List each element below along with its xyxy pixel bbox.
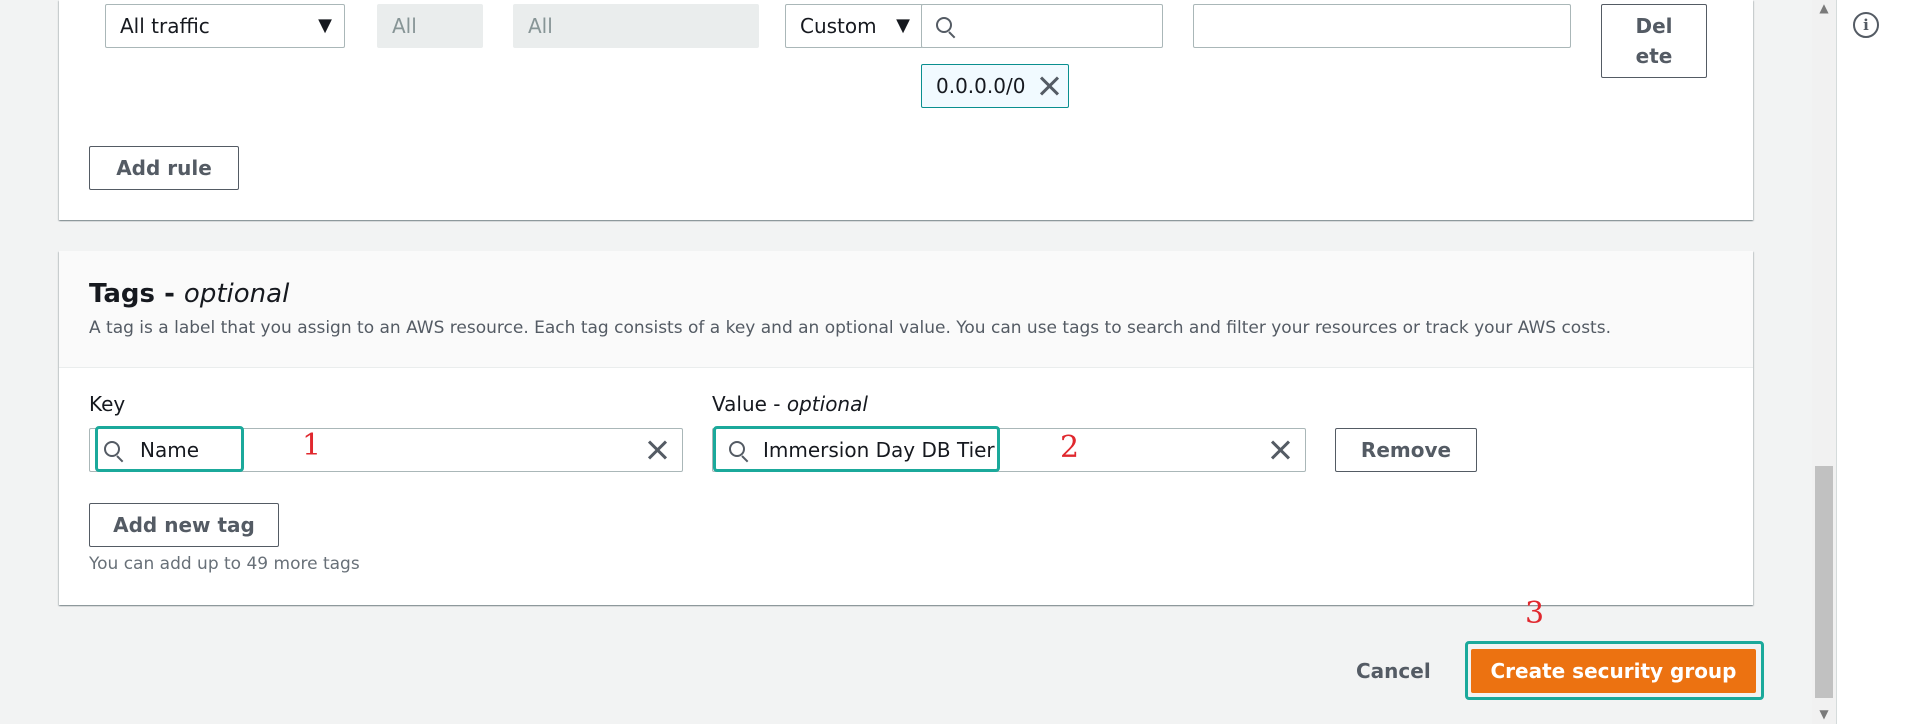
source-search-input[interactable] — [921, 4, 1163, 48]
annotation-step-2: 2 — [1060, 430, 1080, 465]
protocol-value: All — [392, 14, 417, 38]
info-icon[interactable]: i — [1853, 12, 1879, 38]
source-cidr-token: 0.0.0.0/0 — [921, 64, 1069, 108]
delete-rule-button[interactable]: Del ete — [1601, 4, 1707, 78]
port-range-field: All — [513, 4, 759, 48]
tags-description: A tag is a label that you assign to an A… — [89, 318, 1611, 338]
annotation-step-3: 3 — [1525, 596, 1545, 631]
close-icon[interactable] — [1038, 75, 1060, 97]
value-label-optional: optional — [786, 392, 868, 416]
source-cidr-value: 0.0.0.0/0 — [936, 74, 1026, 98]
inbound-rules-panel: All traffic ▼ All All Custom ▼ 0.0.0.0/0… — [59, 0, 1753, 220]
type-select[interactable]: All traffic ▼ — [105, 4, 345, 48]
value-label: Value - optional — [712, 392, 868, 416]
source-type-select[interactable]: Custom ▼ — [785, 4, 923, 48]
highlight-key — [95, 426, 244, 472]
add-new-tag-label: Add new tag — [113, 513, 255, 537]
type-select-value: All traffic — [120, 14, 210, 38]
add-new-tag-button[interactable]: Add new tag — [89, 503, 279, 547]
create-security-group-label: Create security group — [1490, 659, 1737, 683]
tags-title-optional: optional — [183, 279, 290, 309]
highlight-value — [713, 426, 1000, 472]
main-content: All traffic ▼ All All Custom ▼ 0.0.0.0/0… — [0, 0, 1812, 724]
add-rule-label: Add rule — [116, 156, 212, 180]
key-label: Key — [89, 392, 126, 416]
add-rule-button[interactable]: Add rule — [89, 146, 239, 190]
scroll-down-icon[interactable]: ▼ — [1812, 706, 1836, 722]
scrollbar-thumb[interactable] — [1815, 466, 1833, 698]
scroll-up-icon[interactable]: ▲ — [1812, 0, 1836, 16]
remove-tag-button[interactable]: Remove — [1335, 428, 1477, 472]
remove-tag-label: Remove — [1360, 438, 1452, 462]
port-range-value: All — [528, 14, 553, 38]
caret-down-icon: ▼ — [896, 15, 910, 36]
help-panel-rail — [1836, 0, 1920, 724]
delete-label-line2: ete — [1635, 44, 1673, 68]
tags-title: Tags - optional — [89, 279, 289, 309]
annotation-step-1: 1 — [302, 428, 322, 463]
protocol-field: All — [377, 4, 483, 48]
search-icon — [936, 17, 956, 39]
caret-down-icon: ▼ — [318, 15, 332, 36]
cancel-button[interactable]: Cancel — [1356, 659, 1431, 683]
delete-label-line1: Del — [1635, 14, 1673, 38]
create-security-group-button[interactable]: Create security group — [1471, 649, 1756, 693]
vertical-scrollbar[interactable]: ▲ ▼ — [1812, 0, 1836, 724]
description-input[interactable] — [1193, 4, 1571, 48]
source-type-value: Custom — [800, 14, 877, 38]
close-icon[interactable] — [646, 439, 668, 461]
tags-title-text: Tags - — [89, 279, 184, 309]
tags-hint: You can add up to 49 more tags — [89, 554, 360, 574]
close-icon[interactable] — [1269, 439, 1291, 461]
tags-header — [59, 251, 1753, 368]
value-label-text: Value - — [712, 392, 787, 416]
